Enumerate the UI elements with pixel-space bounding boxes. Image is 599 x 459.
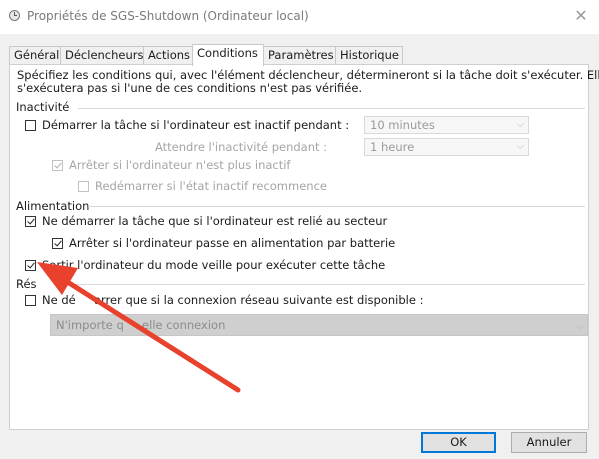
stop-if-not-idle-label: Arrêter si l'ordinateur n'est plus inact… [69, 158, 291, 172]
chevron-down-icon: ⌵ [516, 141, 524, 152]
start-if-idle-label: Démarrer la tâche si l'ordinateur est in… [42, 118, 350, 132]
tab-history[interactable]: Historique [335, 46, 403, 64]
ok-button[interactable]: OK [421, 432, 496, 453]
tab-actions[interactable]: Actions [143, 46, 193, 64]
stop-if-not-idle-option[interactable]: Arrêter si l'ordinateur n'est plus inact… [52, 158, 290, 172]
tab-general[interactable]: Général [9, 46, 61, 64]
start-if-idle-option[interactable]: Démarrer la tâche si l'ordinateur est in… [25, 118, 349, 132]
only-if-network-label: Ne dé arrer que si la connexion réseau s… [42, 293, 424, 307]
stop-on-battery-option[interactable]: Arrêter si l'ordinateur passe en aliment… [52, 236, 395, 250]
close-button[interactable]: ✕ [571, 6, 591, 26]
power-group-divider [88, 206, 585, 207]
idle-group-label: Inactivité [16, 100, 70, 114]
title-bar: Propriétés de SGS-Shutdown (Ordinateur l… [0, 0, 599, 34]
power-group-label: Alimentation [16, 199, 90, 213]
wait-duration-select[interactable]: 1 heure ⌵ [364, 138, 529, 156]
only-if-network-checkbox[interactable] [25, 294, 36, 306]
ac-only-label: Ne démarrer la tâche que si l'ordinateur… [42, 214, 388, 228]
wait-duration-value: 1 heure [370, 140, 415, 154]
network-connection-value: N'importe q elle connexion [56, 318, 226, 332]
wake-to-run-label: Sortir l'ordinateur du mode veille pour … [42, 258, 386, 272]
start-if-idle-checkbox[interactable] [25, 119, 36, 131]
stop-if-not-idle-checkbox[interactable] [52, 159, 63, 171]
chevron-down-icon: ⌵ [516, 119, 524, 130]
tab-triggers[interactable]: Déclencheurs [60, 46, 144, 64]
restart-if-idle-checkbox[interactable] [78, 180, 89, 192]
clock-icon [9, 10, 20, 21]
restart-if-idle-option[interactable]: Redémarrer si l'état inactif recommence [78, 179, 327, 193]
wake-to-run-checkbox[interactable] [25, 259, 36, 271]
idle-group-divider [78, 108, 585, 109]
stop-on-battery-checkbox[interactable] [52, 237, 63, 249]
only-if-network-option[interactable]: Ne dé arrer que si la connexion réseau s… [25, 293, 423, 307]
chevron-down-icon: ⌵ [575, 321, 583, 332]
network-group-label: Rés [16, 277, 37, 291]
restart-if-idle-label: Redémarrer si l'état inactif recommence [95, 179, 327, 193]
window-title: Propriétés de SGS-Shutdown (Ordinateur l… [27, 9, 309, 23]
intro-line-2: s'exécutera pas si l'une de ces conditio… [17, 81, 363, 95]
network-connection-select[interactable]: N'importe q elle connexion ⌵ [50, 314, 588, 336]
cancel-button[interactable]: Annuler [511, 432, 587, 453]
wake-to-run-option[interactable]: Sortir l'ordinateur du mode veille pour … [25, 258, 385, 272]
wait-idle-label: Attendre l'inactivité pendant : [155, 140, 328, 154]
tab-conditions[interactable]: Conditions [192, 44, 264, 66]
idle-duration-select[interactable]: 10 minutes ⌵ [364, 116, 529, 134]
intro-text: Spécifiez les conditions qui, avec l'élé… [17, 69, 599, 95]
idle-duration-value: 10 minutes [370, 118, 435, 132]
ac-only-option[interactable]: Ne démarrer la tâche que si l'ordinateur… [25, 214, 387, 228]
tab-settings[interactable]: Paramètres [263, 46, 336, 64]
stop-on-battery-label: Arrêter si l'ordinateur passe en aliment… [69, 236, 396, 250]
ac-only-checkbox[interactable] [25, 215, 36, 227]
network-group-divider [66, 284, 585, 285]
